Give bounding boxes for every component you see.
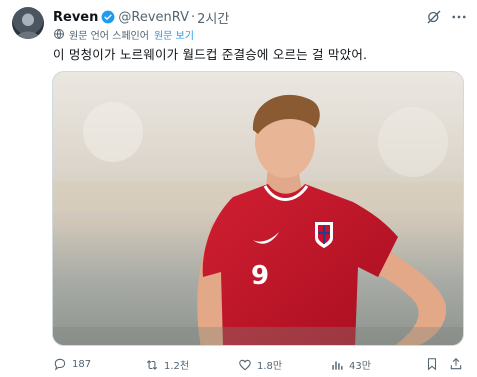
action-bar: 187 1.2천 1.8만 43만 bbox=[53, 357, 467, 373]
more-options-icon[interactable] bbox=[450, 8, 468, 26]
verified-badge-icon bbox=[101, 10, 115, 24]
show-original-link[interactable]: 원문 보기 bbox=[154, 27, 194, 42]
views-icon bbox=[332, 361, 343, 370]
bookmark-icon bbox=[427, 358, 437, 371]
jersey-number: 9 bbox=[251, 261, 269, 291]
reply-icon bbox=[54, 358, 66, 371]
translation-note: 원문 언어 스페인어 bbox=[69, 30, 149, 42]
like-count: 1.8만 bbox=[257, 361, 283, 372]
views-button[interactable]: 43만 bbox=[330, 357, 371, 372]
translation-notice: 원문 언어 스페인어 원문 보기 bbox=[53, 27, 194, 42]
tweet-header: Reven @RevenRV · 2시간 bbox=[53, 8, 417, 27]
timestamp[interactable]: 2시간 bbox=[197, 8, 229, 27]
separator-dot: · bbox=[190, 9, 196, 25]
repost-button[interactable]: 1.2천 bbox=[145, 357, 189, 372]
views-count: 43만 bbox=[349, 361, 371, 372]
like-button[interactable]: 1.8만 bbox=[238, 357, 282, 372]
author-name[interactable]: Reven bbox=[53, 10, 98, 25]
heart-icon bbox=[239, 359, 251, 370]
share-button[interactable] bbox=[449, 357, 468, 371]
reply-count: 187 bbox=[72, 358, 92, 370]
tweet-photo[interactable]: 9 bbox=[52, 71, 464, 346]
repost-icon bbox=[146, 359, 158, 370]
globe-icon bbox=[53, 28, 65, 40]
author-handle[interactable]: @RevenRV bbox=[118, 10, 189, 25]
reply-button[interactable]: 187 bbox=[53, 357, 91, 371]
share-icon bbox=[450, 358, 462, 370]
repost-count: 1.2천 bbox=[164, 361, 190, 372]
tweet-text: 이 멍청이가 노르웨이가 월드컵 준결승에 오르는 걸 막았어. bbox=[53, 47, 368, 62]
bookmark-button[interactable] bbox=[425, 357, 444, 371]
player-photo-illustration: 9 bbox=[53, 72, 463, 345]
avatar[interactable] bbox=[12, 7, 44, 39]
grok-icon[interactable] bbox=[425, 8, 443, 26]
